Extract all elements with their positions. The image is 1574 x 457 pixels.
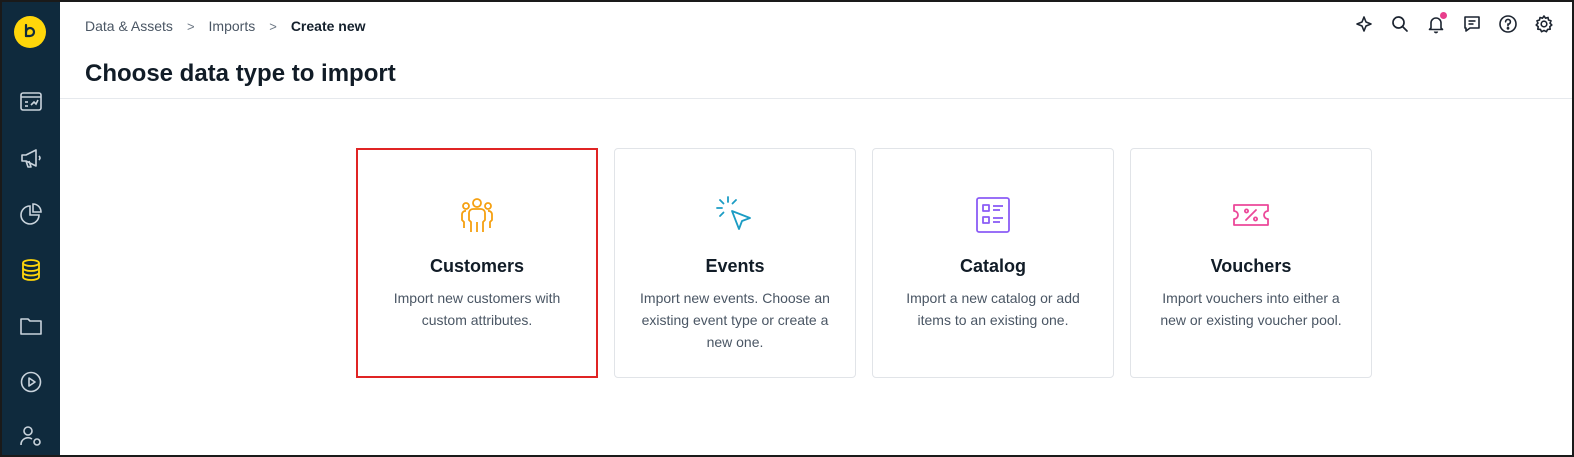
- notification-badge: [1440, 12, 1447, 19]
- card-title: Events: [705, 256, 765, 276]
- card-title: Customers: [429, 256, 525, 276]
- voucher-icon: [1233, 204, 1269, 226]
- play-circle-icon: [20, 371, 42, 393]
- database-icon: [22, 259, 40, 281]
- settings-button[interactable]: [1534, 14, 1554, 34]
- pointer-click-icon: [716, 196, 751, 230]
- dashboard-icon: [20, 92, 42, 111]
- sidebar: [2, 2, 60, 455]
- sidebar-item-dashboard[interactable]: [2, 82, 60, 122]
- folder-icon: [20, 318, 42, 335]
- gear-icon: [1535, 15, 1553, 33]
- card-description: Import new events. Choose an existing ev…: [640, 290, 830, 350]
- card-events[interactable]: Events Import new events. Choose an exis…: [614, 148, 856, 378]
- card-description: Import a new catalog or add items to an …: [906, 290, 1080, 328]
- sidebar-item-files[interactable]: [2, 306, 60, 346]
- card-title: Catalog: [959, 256, 1026, 276]
- chat-icon: [1464, 16, 1480, 32]
- breadcrumb-item-data-assets[interactable]: Data & Assets: [85, 18, 173, 34]
- customers-icon: [461, 198, 493, 232]
- pie-chart-icon: [20, 203, 42, 225]
- card-catalog[interactable]: Catalog Import a new catalog or add item…: [872, 148, 1114, 378]
- card-description: Import new customers with custom attribu…: [393, 290, 561, 328]
- sidebar-item-campaigns[interactable]: [2, 138, 60, 178]
- breadcrumb-current: Create new: [290, 18, 366, 34]
- sidebar-item-automations[interactable]: [2, 362, 60, 402]
- sparkle-icon: [1356, 16, 1372, 32]
- chevron-right-icon: >: [269, 18, 277, 34]
- help-icon: [1499, 15, 1517, 33]
- header-toolbar: [1354, 12, 1554, 34]
- sidebar-item-analytics[interactable]: [2, 194, 60, 234]
- help-button[interactable]: [1498, 14, 1518, 34]
- search-icon: [1392, 16, 1408, 32]
- card-vouchers[interactable]: Vouchers Import vouchers into either a n…: [1130, 148, 1372, 378]
- brand-logo[interactable]: [14, 16, 46, 48]
- card-customers[interactable]: Customers Import new customers with cust…: [356, 148, 598, 378]
- sidebar-item-settings[interactable]: [2, 416, 60, 455]
- search-button[interactable]: [1390, 14, 1410, 34]
- card-title: Vouchers: [1210, 256, 1292, 276]
- header-divider: [60, 98, 1572, 99]
- logo-glyph-icon: [24, 23, 36, 38]
- breadcrumb: Data & Assets > Imports > Create new: [85, 18, 366, 34]
- data-type-cards: Customers Import new customers with cust…: [356, 148, 1372, 378]
- user-settings-icon: [20, 426, 41, 446]
- breadcrumb-item-imports[interactable]: Imports: [209, 18, 256, 34]
- megaphone-icon: [21, 149, 41, 168]
- app-frame: Data & Assets > Imports > Create new Cho…: [0, 0, 1574, 457]
- sidebar-item-data-assets[interactable]: [2, 250, 60, 290]
- notifications-button[interactable]: [1426, 12, 1447, 34]
- card-description: Import vouchers into either a new or exi…: [1160, 290, 1342, 328]
- chat-button[interactable]: [1462, 14, 1482, 34]
- chevron-right-icon: >: [186, 18, 195, 34]
- page-title: Choose data type to import: [85, 60, 396, 87]
- catalog-icon: [976, 197, 1010, 233]
- ai-assistant-button[interactable]: [1354, 14, 1374, 34]
